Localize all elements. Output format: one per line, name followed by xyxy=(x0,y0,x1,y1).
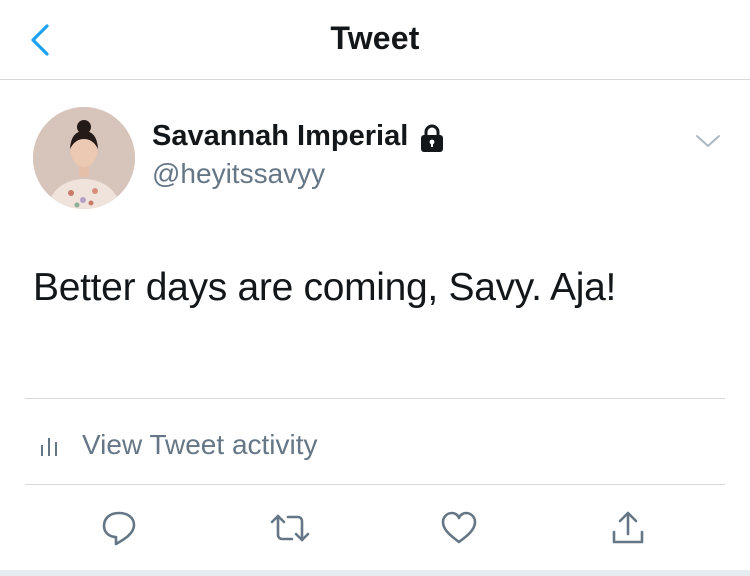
chevron-down-icon xyxy=(696,135,720,147)
tweet-options-button[interactable] xyxy=(690,125,726,157)
heart-icon xyxy=(441,511,477,544)
lock-icon xyxy=(418,123,446,153)
retweet-button[interactable] xyxy=(268,506,312,550)
speech-bubble-icon xyxy=(102,511,136,546)
bar-chart-icon xyxy=(38,433,62,457)
author-name-row[interactable]: Savannah Imperial xyxy=(152,120,446,153)
divider xyxy=(25,484,725,485)
share-icon xyxy=(612,511,644,544)
divider xyxy=(25,398,725,399)
author-handle[interactable]: @heyitssavyy xyxy=(152,158,325,190)
view-tweet-activity-button[interactable]: View Tweet activity xyxy=(33,410,723,480)
avatar-image xyxy=(33,107,135,209)
like-button[interactable] xyxy=(437,506,481,550)
tweet-text: Better days are coming, Savy. Aja! xyxy=(33,266,617,309)
retweet-icon xyxy=(270,514,310,542)
reply-button[interactable] xyxy=(97,506,141,550)
author-display-name: Savannah Imperial xyxy=(152,120,409,152)
page-title: Tweet xyxy=(330,20,420,56)
nav-bar: Tweet xyxy=(0,0,750,80)
bottom-divider xyxy=(0,570,750,576)
avatar[interactable] xyxy=(33,107,135,209)
view-tweet-activity-label: View Tweet activity xyxy=(82,429,318,460)
share-button[interactable] xyxy=(606,506,650,550)
